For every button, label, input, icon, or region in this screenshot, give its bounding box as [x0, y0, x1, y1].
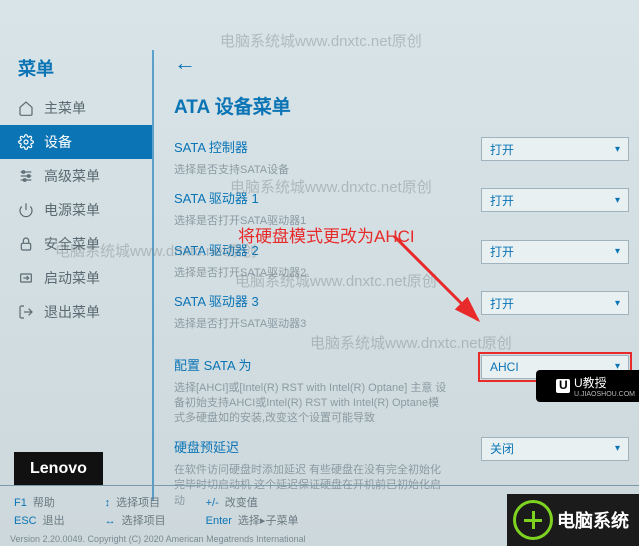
- overlay-logo-2: U教授 U.JIAOSHOU.COM: [536, 370, 639, 402]
- setting-label: SATA 驱动器 1: [174, 188, 481, 207]
- sidebar-item-label: 安全菜单: [44, 234, 100, 254]
- sidebar-item-power[interactable]: 电源菜单: [0, 193, 152, 227]
- hint-label: 选择▸子菜单: [238, 515, 299, 527]
- sidebar-item-label: 电源菜单: [44, 200, 100, 220]
- select-value: 打开: [490, 141, 514, 158]
- setting-label: SATA 驱动器 2: [174, 240, 481, 259]
- sliders-icon: [18, 168, 34, 184]
- boot-icon: [18, 270, 34, 286]
- chevron-down-icon: ▾: [615, 298, 620, 309]
- u-badge-icon: [556, 379, 570, 393]
- arrow-keys-icon: ↕: [105, 497, 111, 509]
- setting-desc: 选择是否支持SATA设备: [168, 163, 448, 178]
- chevron-down-icon: ▾: [615, 144, 620, 155]
- power-icon: [18, 202, 34, 218]
- sidebar-item-main[interactable]: 主菜单: [0, 91, 152, 125]
- sidebar-item-label: 高级菜单: [44, 166, 100, 186]
- version-text: Version 2.20.0049. Copyright (C) 2020 Am…: [10, 534, 306, 544]
- sidebar-item-advanced[interactable]: 高级菜单: [0, 159, 152, 193]
- hint-label: 帮助: [33, 497, 55, 509]
- key-hint: +/-: [206, 497, 219, 509]
- sidebar-title: 菜单: [0, 55, 152, 91]
- setting-label: 配置 SATA 为: [174, 355, 481, 374]
- sata-drive2-select[interactable]: 打开 ▾: [481, 240, 629, 264]
- setting-label: SATA 驱动器 3: [174, 291, 481, 310]
- hint-label: 退出: [43, 515, 65, 527]
- sata-drive3-select[interactable]: 打开 ▾: [481, 291, 629, 315]
- setting-desc: 选择是否打开SATA驱动器2: [168, 266, 448, 281]
- sidebar-item-label: 主菜单: [44, 98, 86, 118]
- arrow-keys-icon: ↔: [105, 515, 116, 527]
- arrow-left-icon: ←: [174, 50, 196, 75]
- key-hint: F1: [14, 497, 27, 509]
- overlay-brand-sub: U.JIAOSHOU.COM: [574, 391, 635, 398]
- sidebar-item-label: 退出菜单: [44, 302, 100, 322]
- hdd-predelay-select[interactable]: 关闭 ▾: [481, 437, 629, 461]
- back-button[interactable]: ←: [168, 50, 629, 76]
- main-panel: ← ATA 设备菜单 SATA 控制器 打开 ▾ 选择是否支持SATA设备 SA…: [154, 0, 639, 546]
- gear-icon: [18, 134, 34, 150]
- setting-desc: 选择[AHCI]或[Intel(R) RST with Intel(R) Opt…: [168, 381, 448, 427]
- overlay-brand-text: U教授: [574, 374, 635, 391]
- select-value: AHCI: [490, 360, 519, 374]
- page-title: ATA 设备菜单: [174, 92, 629, 119]
- sidebar-item-devices[interactable]: 设备: [0, 125, 152, 159]
- hint-label: 选择项目: [116, 497, 160, 509]
- brand-logo: Lenovo: [14, 452, 103, 486]
- sidebar-item-label: 设备: [44, 132, 72, 152]
- sidebar-item-exit[interactable]: 退出菜单: [0, 295, 152, 329]
- sidebar-item-label: 启动菜单: [44, 268, 100, 288]
- setting-desc: 选择是否打开SATA驱动器3: [168, 317, 448, 332]
- sata-controller-select[interactable]: 打开 ▾: [481, 137, 629, 161]
- sidebar-item-security[interactable]: 安全菜单: [0, 227, 152, 261]
- plus-circle-icon: [513, 500, 553, 540]
- hint-label: 改变值: [225, 497, 258, 509]
- select-value: 打开: [490, 243, 514, 260]
- exit-icon: [18, 304, 34, 320]
- select-value: 打开: [490, 295, 514, 312]
- sidebar: 菜单 主菜单 设备 高级菜单 电源菜单 安全菜单 启动菜单 退出菜单: [0, 0, 152, 546]
- sata-drive1-select[interactable]: 打开 ▾: [481, 188, 629, 212]
- key-hint: ESC: [14, 515, 37, 527]
- chevron-down-icon: ▾: [615, 443, 620, 454]
- select-value: 关闭: [490, 440, 514, 457]
- setting-label: SATA 控制器: [174, 137, 481, 156]
- lock-icon: [18, 236, 34, 252]
- overlay-brand-text: 电脑系统: [557, 507, 629, 533]
- chevron-down-icon: ▾: [615, 195, 620, 206]
- sidebar-item-boot[interactable]: 启动菜单: [0, 261, 152, 295]
- setting-desc: 选择是否打开SATA驱动器1: [168, 214, 448, 229]
- overlay-logo-1: 电脑系统: [507, 494, 639, 546]
- chevron-down-icon: ▾: [615, 246, 620, 257]
- hint-label: 选择项目: [122, 515, 166, 527]
- home-icon: [18, 100, 34, 116]
- setting-label: 硬盘预延迟: [174, 437, 481, 456]
- key-hint: Enter: [206, 515, 232, 527]
- select-value: 打开: [490, 192, 514, 209]
